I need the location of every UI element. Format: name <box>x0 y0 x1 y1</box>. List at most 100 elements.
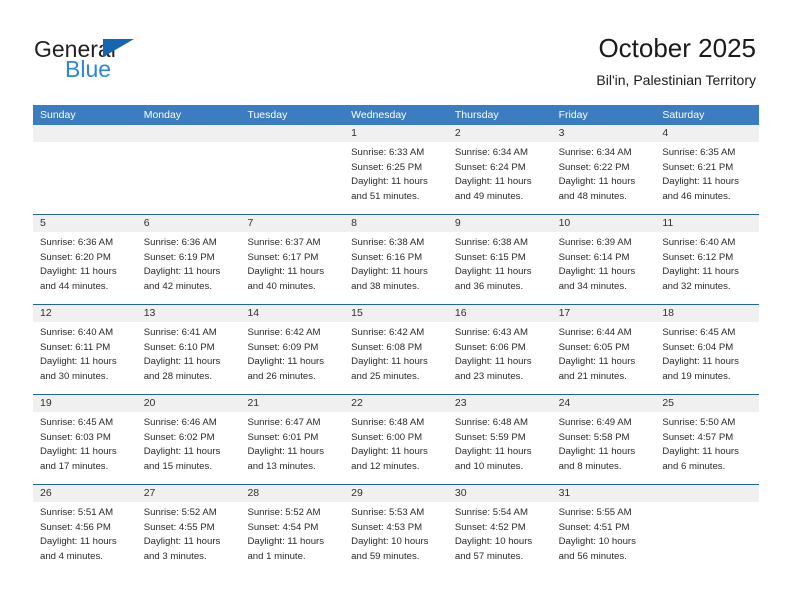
day-number: 26 <box>33 485 137 502</box>
day-details: Sunrise: 6:46 AM Sunset: 6:02 PM Daylight:… <box>137 412 241 474</box>
day-detail-line: Sunrise: 6:46 AM <box>143 417 217 428</box>
day-detail-line: Sunrise: 6:38 AM <box>454 237 528 248</box>
day-detail-line: Sunrise: 6:33 AM <box>351 147 425 158</box>
calendar-week-row: 26 Sunrise: 5:51 AM Sunset: 4:56 PM Dayligh… <box>33 484 760 574</box>
general-blue-logo[interactable]: General Blue <box>34 36 264 88</box>
day-number: 10 <box>551 215 656 232</box>
calendar-day-cell[interactable]: 31 Sunrise: 5:55 AM Sunset: 4:51 PM Dayligh… <box>551 485 656 574</box>
day-number: 19 <box>33 395 137 412</box>
calendar-day-cell[interactable]: 3 Sunrise: 6:34 AM Sunset: 6:22 PM Daylight… <box>551 125 656 214</box>
day-detail-line: and 49 minutes. <box>454 190 524 202</box>
calendar-day-cell[interactable]: 17 Sunrise: 6:44 AM Sunset: 6:05 PM Dayligh… <box>551 305 656 394</box>
calendar-day-cell[interactable]: 7 Sunrise: 6:37 AM Sunset: 6:17 PM Daylight… <box>240 215 345 304</box>
day-detail-line: Daylight: 10 hours <box>558 536 636 548</box>
day-details <box>137 142 241 146</box>
day-detail-line: Sunset: 5:58 PM <box>558 431 630 443</box>
calendar-day-cell[interactable]: 28 Sunrise: 5:52 AM Sunset: 4:54 PM Dayligh… <box>240 485 345 574</box>
day-number: 9 <box>447 215 552 232</box>
day-number <box>136 125 241 142</box>
calendar-day-cell[interactable]: 4 Sunrise: 6:35 AM Sunset: 6:21 PM Daylight… <box>655 125 760 214</box>
day-detail-line: and 36 minutes. <box>454 280 524 292</box>
calendar-day-cell[interactable]: 6 Sunrise: 6:36 AM Sunset: 6:19 PM Daylight… <box>136 215 241 304</box>
day-detail-line: Sunset: 6:02 PM <box>143 431 215 443</box>
day-detail-line: and 42 minutes. <box>143 280 212 292</box>
day-detail-line: and 13 minutes. <box>247 460 316 472</box>
day-details: Sunrise: 6:44 AM Sunset: 6:05 PM Daylight:… <box>552 322 656 384</box>
day-details <box>240 142 344 146</box>
day-detail-line: Sunrise: 5:50 AM <box>662 417 736 428</box>
day-detail-line: Sunrise: 6:47 AM <box>247 417 321 428</box>
weekday-header-sunday: Sunday <box>40 109 76 121</box>
triangle-icon <box>103 39 134 57</box>
calendar-day-cell[interactable]: 12 Sunrise: 6:40 AM Sunset: 6:11 PM Dayligh… <box>33 305 137 394</box>
day-detail-line: Sunrise: 5:51 AM <box>40 507 114 518</box>
calendar-day-cell[interactable]: 24 Sunrise: 6:49 AM Sunset: 5:58 PM Dayligh… <box>551 395 656 484</box>
day-detail-line: and 44 minutes. <box>40 280 109 292</box>
calendar-day-cell[interactable]: 22 Sunrise: 6:48 AM Sunset: 6:00 PM Dayligh… <box>344 395 448 484</box>
calendar-day-cell[interactable]: 20 Sunrise: 6:46 AM Sunset: 6:02 PM Dayligh… <box>136 395 241 484</box>
day-detail-line: Sunset: 6:09 PM <box>247 341 319 353</box>
day-detail-line: and 12 minutes. <box>351 460 420 472</box>
weekday-header-monday: Monday <box>143 109 182 121</box>
day-detail-line: Daylight: 11 hours <box>454 176 532 188</box>
calendar-day-cell[interactable]: 16 Sunrise: 6:43 AM Sunset: 6:06 PM Dayligh… <box>447 305 552 394</box>
day-detail-line: Daylight: 11 hours <box>247 266 325 278</box>
calendar-day-cell[interactable]: 13 Sunrise: 6:41 AM Sunset: 6:10 PM Dayligh… <box>136 305 241 394</box>
day-detail-line: Sunset: 6:01 PM <box>247 431 319 443</box>
calendar-day-cell[interactable]: 26 Sunrise: 5:51 AM Sunset: 4:56 PM Dayligh… <box>33 485 137 574</box>
day-detail-line: and 56 minutes. <box>558 550 627 562</box>
day-details: Sunrise: 6:33 AM Sunset: 6:25 PM Daylight:… <box>344 142 448 204</box>
day-detail-line: Sunset: 6:10 PM <box>143 341 215 353</box>
calendar-grid: Sunday Monday Tuesday Wednesday Thursday Frid… <box>33 105 760 574</box>
calendar-day-cell[interactable]: 5 Sunrise: 6:36 AM Sunset: 6:20 PM Daylight… <box>33 215 137 304</box>
day-number: 2 <box>447 125 552 142</box>
day-detail-line: and 38 minutes. <box>351 280 420 292</box>
calendar-day-cell[interactable]: 15 Sunrise: 6:42 AM Sunset: 6:08 PM Dayligh… <box>344 305 448 394</box>
day-detail-line: Daylight: 11 hours <box>143 536 221 548</box>
calendar-day-cell[interactable]: 18 Sunrise: 6:45 AM Sunset: 6:04 PM Dayligh… <box>655 305 760 394</box>
weekday-header-row: Sunday Monday Tuesday Wednesday Thursday Frid… <box>33 105 759 125</box>
calendar-day-cell[interactable]: 1 Sunrise: 6:33 AM Sunset: 6:25 PM Daylight… <box>344 125 448 214</box>
day-details: Sunrise: 5:53 AM Sunset: 4:53 PM Daylight:… <box>344 502 448 564</box>
day-detail-line: Sunrise: 6:36 AM <box>40 237 114 248</box>
page-subtitle: Bil'in, Palestinian Territory <box>596 72 756 88</box>
day-details: Sunrise: 6:36 AM Sunset: 6:19 PM Daylight:… <box>137 232 241 294</box>
day-detail-line: Sunset: 6:08 PM <box>351 341 423 353</box>
day-detail-line: Sunset: 6:17 PM <box>247 251 319 263</box>
day-details: Sunrise: 6:45 AM Sunset: 6:04 PM Daylight:… <box>655 322 759 384</box>
calendar-day-cell[interactable]: 27 Sunrise: 5:52 AM Sunset: 4:55 PM Dayligh… <box>136 485 241 574</box>
page-title: October 2025 <box>598 33 756 63</box>
day-details: Sunrise: 6:37 AM Sunset: 6:17 PM Daylight:… <box>240 232 344 294</box>
day-detail-line: and 26 minutes. <box>247 370 316 382</box>
calendar-day-cell[interactable]: 21 Sunrise: 6:47 AM Sunset: 6:01 PM Dayligh… <box>240 395 345 484</box>
calendar-day-cell[interactable]: 30 Sunrise: 5:54 AM Sunset: 4:52 PM Dayligh… <box>447 485 552 574</box>
day-detail-line: Sunset: 6:16 PM <box>351 251 423 263</box>
calendar-day-cell[interactable]: 23 Sunrise: 6:48 AM Sunset: 5:59 PM Dayligh… <box>447 395 552 484</box>
day-details: Sunrise: 5:52 AM Sunset: 4:54 PM Daylight:… <box>240 502 344 564</box>
calendar-day-cell[interactable]: 11 Sunrise: 6:40 AM Sunset: 6:12 PM Dayligh… <box>655 215 760 304</box>
day-detail-line: Sunrise: 6:41 AM <box>143 327 217 338</box>
calendar-day-cell[interactable]: 19 Sunrise: 6:45 AM Sunset: 6:03 PM Dayligh… <box>33 395 137 484</box>
day-detail-line: and 59 minutes. <box>351 550 420 562</box>
calendar-day-cell[interactable]: 8 Sunrise: 6:38 AM Sunset: 6:16 PM Daylight… <box>344 215 448 304</box>
calendar-day-cell[interactable]: 29 Sunrise: 5:53 AM Sunset: 4:53 PM Dayligh… <box>344 485 448 574</box>
calendar-day-cell[interactable]: 25 Sunrise: 5:50 AM Sunset: 4:57 PM Dayligh… <box>655 395 760 484</box>
day-detail-line: Sunset: 6:14 PM <box>558 251 630 263</box>
day-detail-line: Sunrise: 6:43 AM <box>454 327 528 338</box>
day-detail-line: and 57 minutes. <box>454 550 524 562</box>
day-detail-line: and 8 minutes. <box>558 460 622 472</box>
day-detail-line: Sunrise: 6:37 AM <box>247 237 321 248</box>
day-detail-line: Sunrise: 6:40 AM <box>662 237 736 248</box>
day-number: 11 <box>655 215 760 232</box>
day-detail-line: Daylight: 11 hours <box>662 446 739 458</box>
calendar-day-cell[interactable]: 14 Sunrise: 6:42 AM Sunset: 6:09 PM Dayligh… <box>240 305 345 394</box>
calendar-day-cell[interactable]: 10 Sunrise: 6:39 AM Sunset: 6:14 PM Dayligh… <box>551 215 656 304</box>
calendar-day-cell[interactable]: 2 Sunrise: 6:34 AM Sunset: 6:24 PM Daylight… <box>447 125 552 214</box>
day-details: Sunrise: 6:42 AM Sunset: 6:09 PM Daylight:… <box>240 322 344 384</box>
day-detail-line: Daylight: 11 hours <box>558 446 636 458</box>
day-detail-line: and 34 minutes. <box>558 280 627 292</box>
calendar-day-cell[interactable]: 9 Sunrise: 6:38 AM Sunset: 6:15 PM Daylight… <box>447 215 552 304</box>
day-number: 12 <box>33 305 137 322</box>
day-detail-line: and 32 minutes. <box>662 280 731 292</box>
day-detail-line: Sunset: 4:57 PM <box>662 431 734 443</box>
